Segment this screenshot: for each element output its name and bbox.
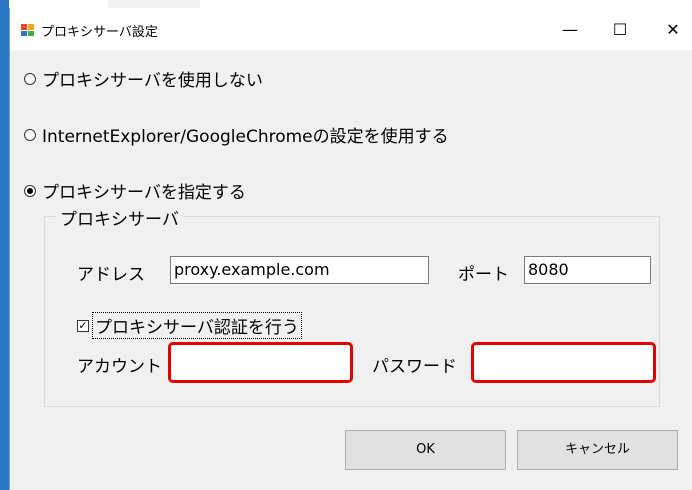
account-input[interactable] xyxy=(168,342,353,383)
password-input[interactable] xyxy=(471,342,656,383)
background-window-edge xyxy=(0,0,9,490)
proxy-server-group-title: プロキシサーバ xyxy=(56,205,183,230)
proxy-auth-checkbox[interactable]: ✓ xyxy=(77,319,89,332)
password-label: パスワード xyxy=(372,357,457,377)
proxy-auth-label: プロキシサーバ認証を行う xyxy=(92,312,302,339)
account-label: アカウント xyxy=(77,357,162,377)
port-label: ポート xyxy=(458,265,509,285)
cancel-button[interactable]: キャンセル xyxy=(517,430,678,470)
port-input[interactable]: 8080 xyxy=(524,256,651,284)
radio-no-proxy-circle[interactable] xyxy=(24,72,36,85)
radio-specify[interactable]: プロキシサーバを指定する xyxy=(24,178,246,203)
app-window-icon xyxy=(21,24,34,36)
ok-button[interactable]: OK xyxy=(345,430,506,470)
radio-no-proxy-label: プロキシサーバを使用しない xyxy=(42,71,263,91)
address-label: アドレス xyxy=(77,265,145,285)
radio-use-browser[interactable]: InternetExplorer/GoogleChromeの設定を使用する xyxy=(24,122,449,147)
radio-no-proxy[interactable]: プロキシサーバを使用しない xyxy=(24,66,263,91)
radio-specify-label: プロキシサーバを指定する xyxy=(42,183,246,203)
window-title: プロキシサーバ設定 xyxy=(41,25,158,40)
proxy-auth-checkbox-row[interactable]: ✓ プロキシサーバ認証を行う xyxy=(77,312,302,339)
minimize-button[interactable]: — xyxy=(547,14,593,46)
title-bar: プロキシサーバ設定 — ☐ ✕ xyxy=(10,8,692,50)
maximize-button[interactable]: ☐ xyxy=(597,14,643,46)
close-button[interactable]: ✕ xyxy=(650,14,692,46)
radio-use-browser-label: InternetExplorer/GoogleChromeの設定を使用する xyxy=(42,127,449,147)
address-input[interactable]: proxy.example.com xyxy=(170,256,429,284)
radio-specify-circle[interactable] xyxy=(24,184,36,197)
radio-use-browser-circle[interactable] xyxy=(24,128,36,141)
